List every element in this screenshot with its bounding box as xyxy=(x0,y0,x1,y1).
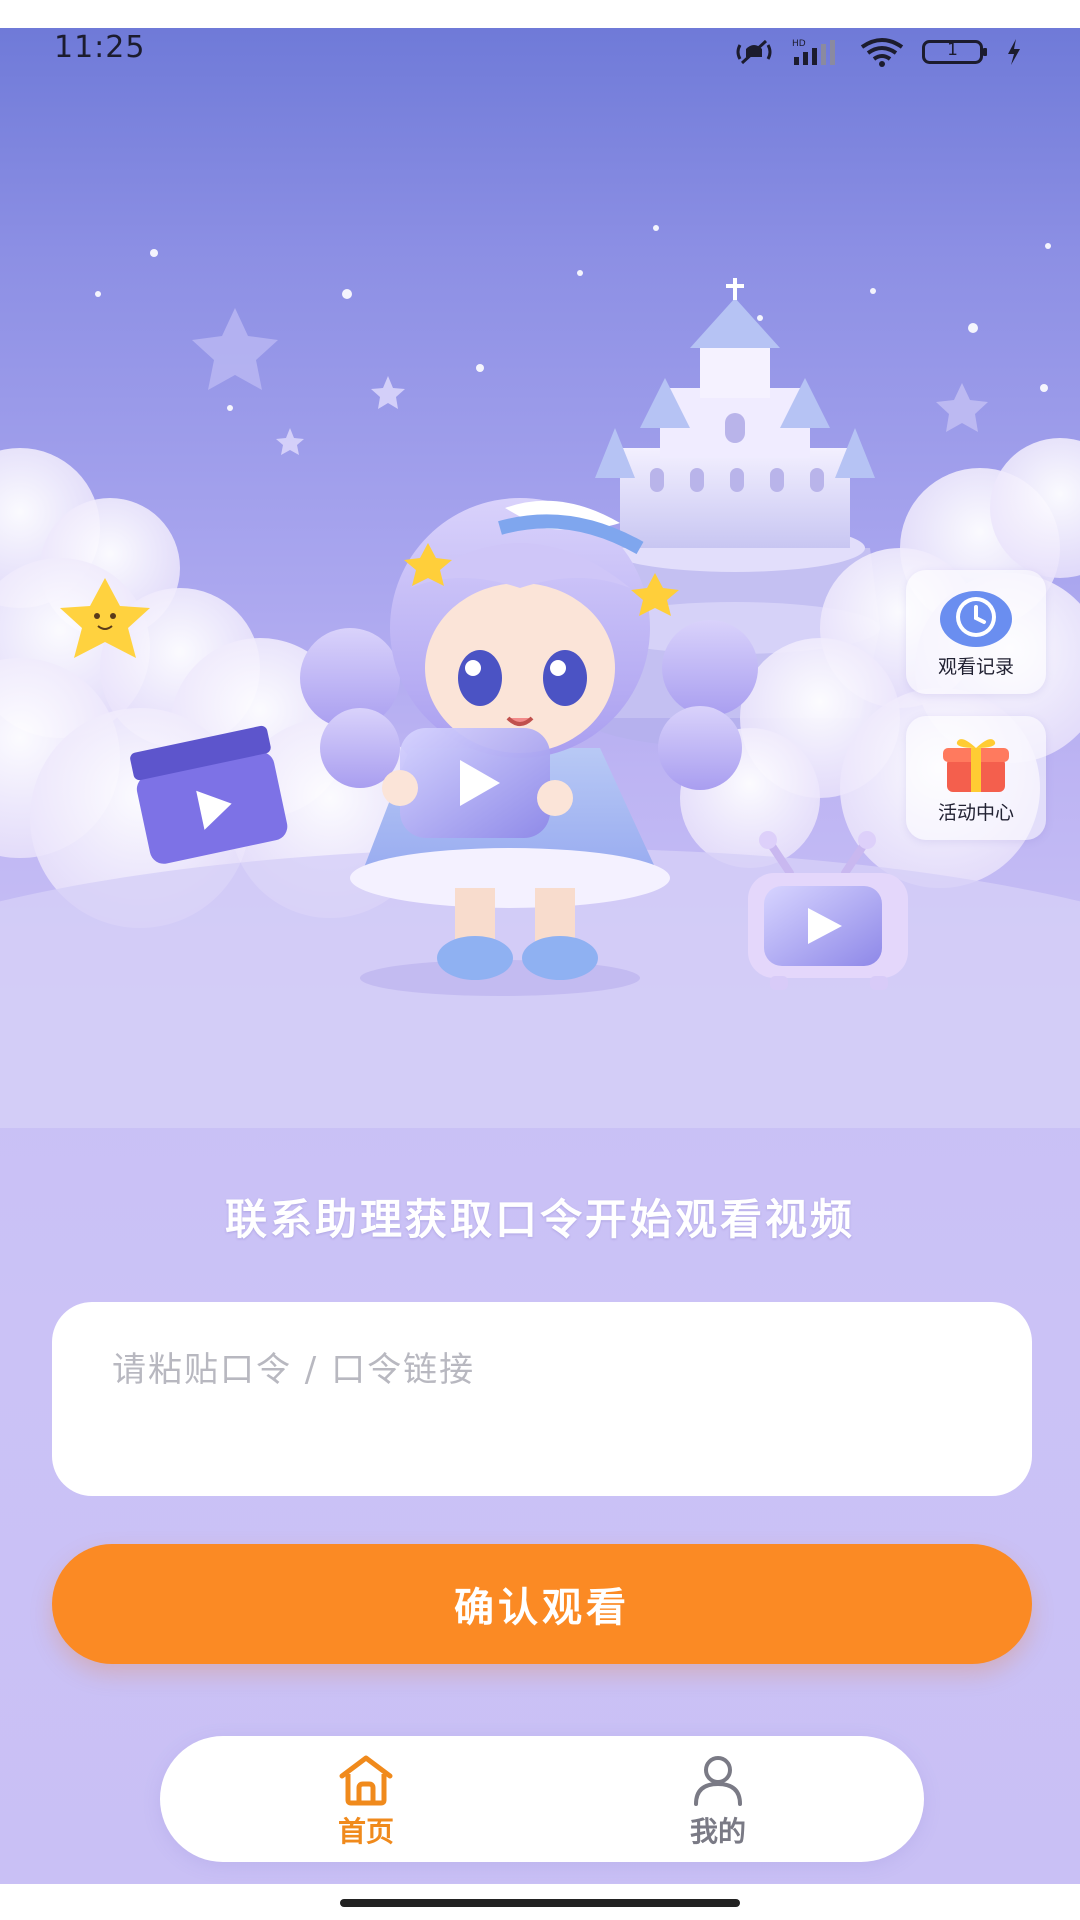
watch-history-button[interactable]: 观看记录 xyxy=(906,570,1046,694)
hd-signal-icon: HD xyxy=(792,39,835,65)
status-bar: 11:25 HD 1 xyxy=(0,28,1080,84)
activity-center-label: 活动中心 xyxy=(937,802,1014,824)
watch-history-label: 观看记录 xyxy=(937,656,1014,678)
tab-mine[interactable]: 我的 xyxy=(618,1736,818,1862)
activity-center-button[interactable]: 活动中心 xyxy=(906,716,1046,840)
tab-home[interactable]: 首页 xyxy=(266,1736,466,1862)
clock-icon xyxy=(939,586,1013,648)
bottom-tab-bar: 首页 我的 xyxy=(160,1736,924,1862)
battery-icon: 1 xyxy=(922,39,990,65)
soft-star-small xyxy=(371,376,405,409)
passcode-input-box[interactable] xyxy=(52,1302,1032,1496)
charging-bolt-icon xyxy=(1008,39,1020,65)
gift-icon xyxy=(939,732,1013,794)
svg-text:HD: HD xyxy=(792,39,806,49)
home-icon xyxy=(339,1755,393,1806)
tab-mine-label: 我的 xyxy=(689,1815,746,1848)
prompt-title: 联系助理获取口令开始观看视频 xyxy=(224,1195,855,1244)
status-time: 11:25 xyxy=(54,30,146,65)
tab-home-label: 首页 xyxy=(337,1815,394,1848)
home-indicator[interactable] xyxy=(340,1899,740,1907)
wifi-icon xyxy=(860,38,904,67)
battery-level: 1 xyxy=(947,40,958,60)
status-bar-top-strip xyxy=(0,0,1080,28)
mute-vibrate-icon xyxy=(736,39,772,65)
app-screen: 11:25 HD 1 观看记录 活动中心 联系助理获取口令开始观看视频 请粘贴口… xyxy=(0,28,1080,1884)
confirm-watch-button[interactable]: 确认观看 xyxy=(52,1544,1032,1664)
soft-star-right xyxy=(936,383,988,432)
soft-star-left xyxy=(192,308,278,390)
passcode-input[interactable] xyxy=(112,1342,972,1456)
status-icons: HD 1 xyxy=(732,34,1022,70)
person-icon xyxy=(694,1756,742,1806)
